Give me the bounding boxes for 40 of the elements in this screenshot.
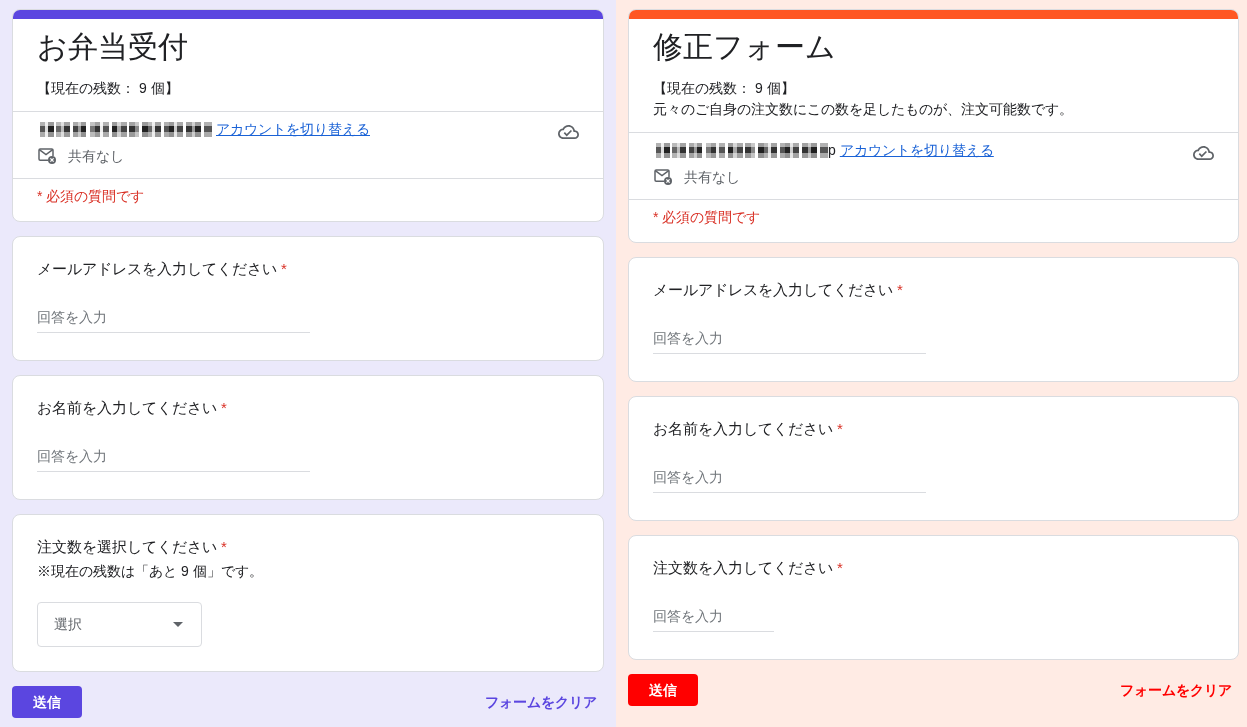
form-description: 元々のご自身の注文数にこの数を足したものが、注文可能数です。: [653, 100, 1074, 119]
clear-form-button[interactable]: フォームをクリア: [485, 691, 597, 713]
sharing-status-text: 共有なし: [684, 167, 740, 187]
required-note: * 必須の質問です: [13, 178, 603, 221]
envelope-x-icon: [654, 169, 672, 185]
required-mark: *: [221, 537, 227, 557]
question-label: 注文数を選択してください: [37, 537, 217, 557]
clear-form-button[interactable]: フォームをクリア: [1120, 679, 1232, 701]
dropdown-select[interactable]: 選択: [37, 602, 202, 647]
question-note: ※現在の残数は「あと 9 個」です。: [37, 562, 264, 581]
caret-icon: [173, 622, 183, 627]
question-label: お名前を入力してください: [653, 419, 833, 439]
question-label: メールアドレスを入力してください: [37, 259, 277, 279]
form-description: 【現在の残数： 9 個】: [37, 79, 180, 98]
envelope-x-icon: [38, 148, 56, 164]
required-mark: *: [281, 259, 287, 279]
form-title: お弁当受付: [37, 29, 189, 65]
answer-input-field[interactable]: 回答を入力: [653, 462, 926, 493]
switch-account-link[interactable]: アカウントを切り替える: [839, 139, 994, 161]
answer-input-field[interactable]: 回答を入力: [653, 601, 774, 632]
required-mark: *: [837, 558, 843, 578]
form-description: 【現在の残数： 9 個】: [653, 79, 796, 98]
question-label: お名前を入力してください: [37, 398, 217, 418]
submit-button[interactable]: 送信: [12, 686, 82, 718]
answer-input-field[interactable]: 回答を入力: [653, 323, 926, 354]
answer-input-field[interactable]: 回答を入力: [37, 441, 310, 472]
required-mark: *: [897, 280, 903, 300]
required-mark: *: [837, 419, 843, 439]
switch-account-link[interactable]: アカウントを切り替える: [216, 118, 370, 140]
required-mark: *: [221, 398, 227, 418]
answer-input-field[interactable]: 回答を入力: [37, 302, 310, 333]
submit-button[interactable]: 送信: [628, 674, 698, 706]
required-note: * 必須の質問です: [629, 199, 1238, 242]
form-title: 修正フォーム: [653, 29, 837, 65]
cloud-check-icon: [1193, 146, 1214, 160]
sharing-status-text: 共有なし: [68, 146, 124, 166]
cloud-check-icon: [558, 125, 579, 139]
question-label: メールアドレスを入力してください: [653, 280, 893, 300]
email-text: p: [828, 140, 836, 160]
question-label: 注文数を入力してください: [653, 558, 833, 578]
